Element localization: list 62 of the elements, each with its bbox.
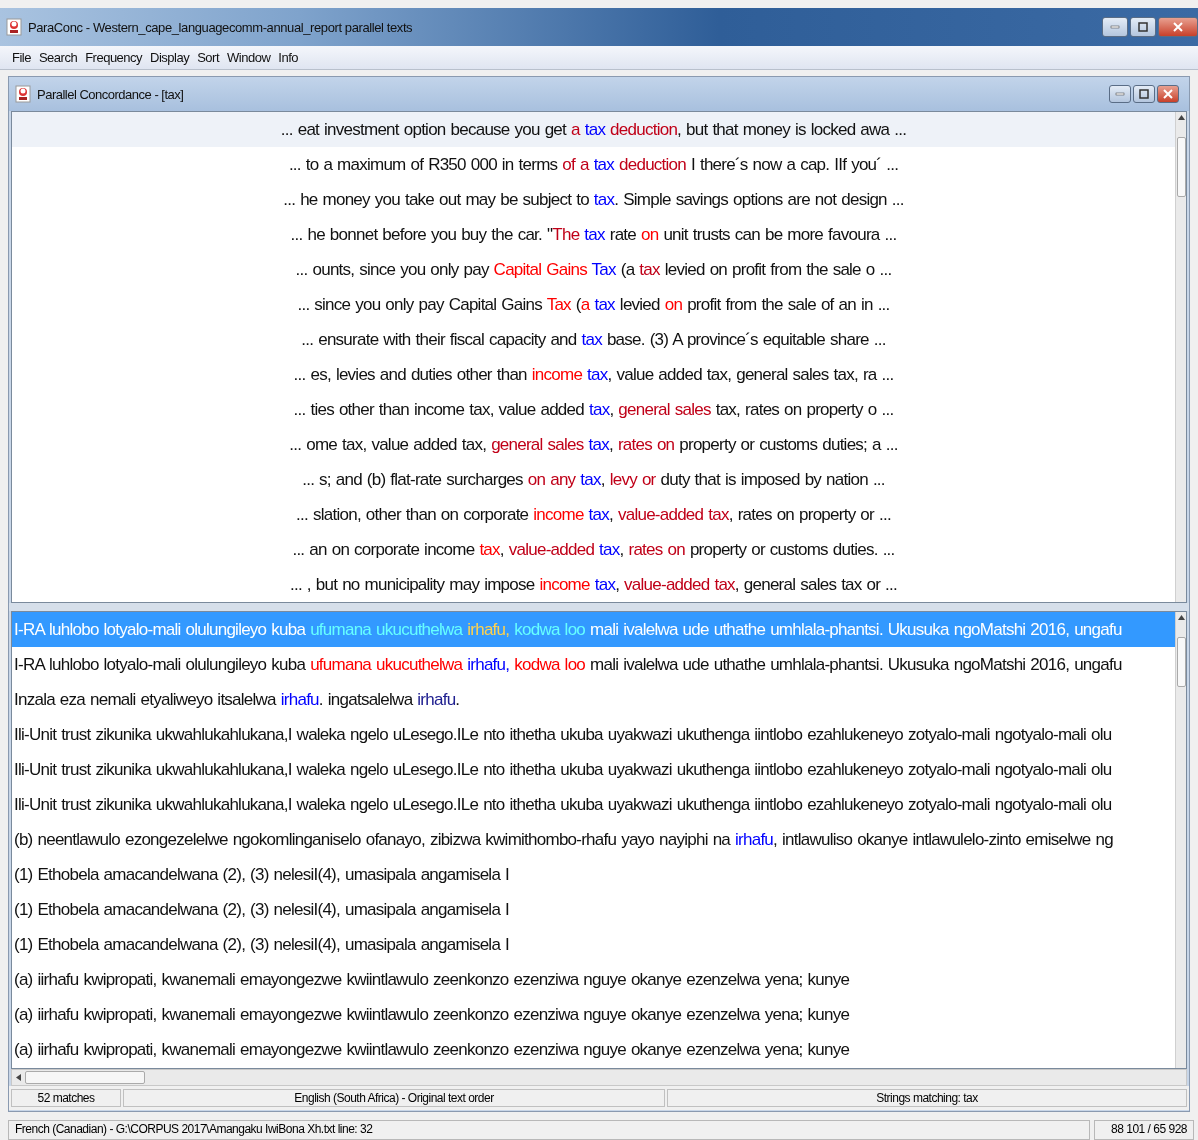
menu-item[interactable]: Window (227, 50, 271, 65)
concordance-line[interactable]: ... es, levies and duties other than income tax, value added tax, general sales tax, ra ... (12, 357, 1175, 392)
concordance-line[interactable]: ... ties other than income tax, value added tax, general sales tax, rates on property o ... (12, 392, 1175, 427)
concordance-line[interactable]: (1) Ethobela amacandelwana (2), (3) nelesiI(4), umasipala angamisela I (12, 927, 1175, 962)
concordance-line[interactable]: Ili-Unit trust zikunika ukwahlukahlukana,I waleka ngelo uLesego.ILe nto ithetha ukuba uyakwazi ukuthenga iintlobo ezahlukeneyo zotyalo-mali ngotyalo-mali olu (12, 717, 1175, 752)
concordance-line[interactable]: ... he bonnet before you buy the car. "The tax rate on unit trusts can be more favoura ... (12, 217, 1175, 252)
concordance-line[interactable]: Ili-Unit trust zikunika ukwahlukahlukana,I waleka ngelo uLesego.ILe nto ithetha ukuba uyakwazi ukuthenga iintlobo ezahlukeneyo zotyalo-mali ngotyalo-mali olu (12, 752, 1175, 787)
concordance-line[interactable]: I-RA luhlobo lotyalo-mali olulungileyo kuba ufumana ukucuthelwa irhafu, kodwa loo mali ivalelwa ude uthathe umhlala-phantsi. Ukusuka ngoMatshi 2016, ungafu (12, 647, 1175, 682)
close-icon (1163, 89, 1173, 99)
concordance-line[interactable]: ... an on corporate income tax, value-added tax, rates on property or customs duties. ... (12, 532, 1175, 567)
concordance-line[interactable]: ... to a maximum of R350 000 in terms of a tax deduction I there´s now a cap. IIf you´ ... (12, 147, 1175, 182)
concordance-line[interactable]: ... since you only pay Capital Gains Tax (a tax levied on profit from the sale of an in ... (12, 287, 1175, 322)
status-text: English (South Africa) - Original text order (123, 1089, 665, 1107)
minimize-button[interactable] (1102, 17, 1128, 37)
concordance-line[interactable]: ... , but no municipality may impose income tax, value-added tax, general sales tax or ... (12, 567, 1175, 602)
concordance-line[interactable]: (a) iirhafu kwipropati, kwanemali emayongezwe kwiintlawulo zeenkonzo ezenziwa nguye okanye ezenzelwa yena; kunye (12, 1032, 1175, 1067)
minimize-button[interactable] (1109, 85, 1131, 103)
menu-item[interactable]: Info (278, 50, 298, 65)
horizontal-scrollbar[interactable] (11, 1069, 1187, 1086)
concordance-line[interactable]: (1) Ethobela amacandelwana (2), (3) nelesiI(4), umasipala angamisela I (12, 892, 1175, 927)
app-icon (6, 18, 22, 36)
child-window-title: Parallel Concordance - [tax] (37, 86, 185, 102)
window-title: ParaConc - Western_cape_languagecomm-annual_report parallel texts (28, 19, 414, 35)
menu-item[interactable]: File (12, 50, 31, 65)
menu-item[interactable]: Display (150, 50, 190, 65)
maximize-icon (1138, 22, 1148, 32)
status-text: 52 matches (11, 1089, 121, 1107)
menu-item[interactable]: Frequency (85, 50, 143, 65)
concordance-line[interactable]: ... slation, other than on corporate income tax, value-added tax, rates on property or ... (12, 497, 1175, 532)
concordance-line[interactable]: ... ome tax, value added tax, general sales tax, rates on property or customs duties; a ... (12, 427, 1175, 462)
scrollbar-thumb[interactable] (1176, 637, 1186, 687)
concordance-line[interactable]: Ili-Unit trust zikunika ukwahlukahlukana,I waleka ngelo uLesego.ILe nto ithetha ukuba uyakwazi ukuthenga iintlobo ezahlukeneyo zotyalo-mali ngotyalo-mali olu (12, 787, 1175, 822)
vertical-scrollbar[interactable] (1175, 112, 1186, 602)
maximize-icon (1139, 89, 1149, 99)
minimize-icon (1115, 92, 1125, 96)
maximize-button[interactable] (1130, 17, 1156, 37)
concordance-line[interactable]: (b) neentlawulo ezongezelelwe ngokomlinganiselo ofanayo, zibizwa kwimithombo-rhafu yayo nayiphi na irhafu, intlawuliso okanye intlawulelo-zinto emiselwe ng (12, 822, 1175, 857)
concordance-line[interactable]: ... ensurate with their fiscal capacity and tax base. (3) A province´s equitable share ... (12, 322, 1175, 357)
scroll-up-arrow-icon[interactable] (1177, 115, 1185, 120)
close-icon (1173, 22, 1183, 32)
status-text: 88 101 / 65 928 (1094, 1120, 1194, 1140)
menu-item[interactable]: Search (38, 50, 78, 65)
status-text: French (Canadian) - G:\CORPUS 2017\Amangaku IwiBona Xh.txt line: 32 (8, 1120, 1090, 1140)
scroll-up-arrow-icon[interactable] (1177, 615, 1185, 620)
concordance-line[interactable]: Inzala eza nemali etyaliweyo itsalelwa irhafu. ingatsalelwa irhafu. (12, 682, 1175, 717)
app-icon (15, 85, 31, 103)
close-button[interactable] (1157, 85, 1179, 103)
menu-item[interactable]: Sort (197, 50, 220, 65)
concordance-line[interactable]: (1) Ethobela amacandelwana (2), (3) nelesiI(4), umasipala angamisela I (12, 857, 1175, 892)
scroll-left-arrow-icon[interactable] (16, 1074, 21, 1081)
minimize-icon (1110, 25, 1120, 29)
scrollbar-thumb[interactable] (25, 1071, 145, 1084)
concordance-line[interactable]: ... he money you take out may be subject to tax. Simple savings options are not design ... (12, 182, 1175, 217)
concordance-line[interactable]: ... s; and (b) flat-rate surcharges on any tax, levy or duty that is imposed by nation ... (12, 462, 1175, 497)
concordance-line[interactable]: ... ounts, since you only pay Capital Gains Tax (a tax levied on profit from the sale o ... (12, 252, 1175, 287)
concordance-line[interactable]: (a) iirhafu kwipropati, kwanemali emayongezwe kwiintlawulo zeenkonzo ezenziwa nguye okanye ezenzelwa yena; kunye (12, 962, 1175, 997)
status-text: Strings matching: tax (667, 1089, 1187, 1107)
concordance-line[interactable]: (a) iirhafu kwipropati, kwanemali emayongezwe kwiintlawulo zeenkonzo ezenziwa nguye okanye ezenzelwa yena; kunye (12, 997, 1175, 1032)
maximize-button[interactable] (1133, 85, 1155, 103)
close-button[interactable] (1158, 17, 1198, 37)
vertical-scrollbar[interactable] (1175, 612, 1186, 1068)
scrollbar-thumb[interactable] (1176, 137, 1186, 197)
